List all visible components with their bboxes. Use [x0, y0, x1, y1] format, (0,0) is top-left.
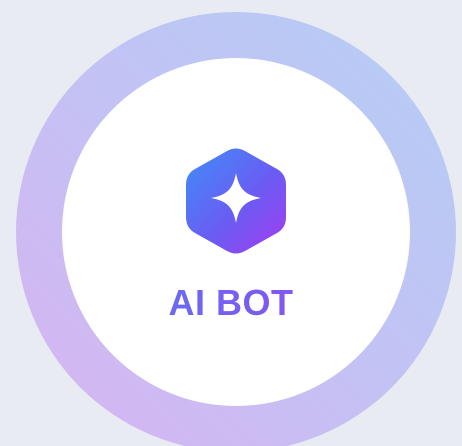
badge-title: AI BOT [0, 280, 462, 326]
ai-bot-badge: AI BOT [0, 0, 462, 446]
sparkle-hexagon-icon [183, 145, 289, 257]
